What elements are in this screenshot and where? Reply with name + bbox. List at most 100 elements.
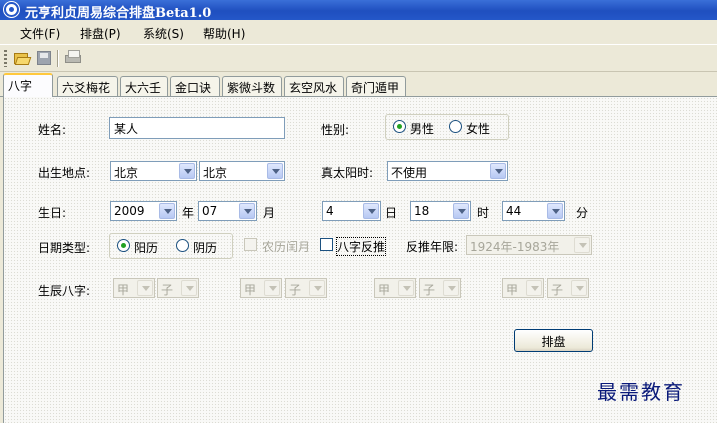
app-logo-icon[interactable] [3,1,20,18]
month-unit: 月 [263,206,276,220]
city-value: 北京 [203,166,228,180]
tab-ziwei-doushu[interactable]: 紫微斗数 [222,76,282,96]
printer-icon[interactable] [63,49,83,67]
chevron-down-icon[interactable] [547,203,563,219]
year-branch-value: 子 [161,283,174,297]
year-select[interactable]: 2009 [110,201,177,221]
day-branch-select[interactable]: 子 [419,278,461,298]
solar-time-value: 不使用 [391,166,428,180]
year-stem-value: 甲 [117,283,130,297]
reverse-range-label: 反推年限: [406,240,459,254]
province-value: 北京 [114,166,139,180]
name-input[interactable]: 某人 [109,117,285,139]
month-select[interactable]: 07 [198,201,257,221]
leap-month-label: 农历闰月 [262,240,311,254]
month-stem-value: 甲 [244,283,257,297]
paipan-button[interactable]: 排盘 [514,329,593,352]
reverse-bazi-label[interactable]: 八字反推 [335,237,387,256]
tab-strip: 八字 六爻梅花 大六壬 金口诀 紫微斗数 玄空风水 奇门遁甲 [0,72,717,97]
save-disk-icon[interactable] [34,49,54,67]
reverse-range-value: 1924年-1983年 [470,240,560,254]
chevron-down-icon[interactable] [453,203,469,219]
tab-liuyao-meihua[interactable]: 六爻梅花 [57,76,118,96]
gender-male-label[interactable]: 男性 [410,120,434,137]
gender-female-label[interactable]: 女性 [466,120,490,137]
month-stem-select[interactable]: 甲 [240,278,282,298]
chevron-down-icon[interactable] [179,163,195,179]
year-stem-select[interactable]: 甲 [113,278,155,298]
chevron-down-icon[interactable] [363,203,379,219]
lunar-calendar-label[interactable]: 阴历 [193,239,217,256]
watermark-text: 最需教育 [597,380,685,404]
hour-branch-value: 子 [551,283,564,297]
chevron-down-icon[interactable] [267,163,283,179]
hour-branch-select[interactable]: 子 [547,278,589,298]
bazi-panel: 姓名: 某人 性别: 男性 女性 出生地点: 北京 北京 真太阳时: 不使用 生… [3,97,717,423]
chevron-down-icon[interactable] [490,163,506,179]
day-branch-value: 子 [423,283,436,297]
menu-help[interactable]: 帮助(H) [203,25,245,42]
reverse-range-select[interactable]: 1924年-1983年 [466,235,592,255]
chevron-down-icon[interactable] [239,203,255,219]
toolbar [0,44,717,72]
minute-value: 44 [506,204,522,218]
title-bar[interactable]: 元亨利贞周易综合排盘Beta1.0 [0,0,717,21]
day-select[interactable]: 4 [322,201,381,221]
hour-stem-select[interactable]: 甲 [502,278,544,298]
year-value: 2009 [114,204,145,218]
reverse-bazi-checkbox[interactable] [320,238,333,251]
month-branch-value: 子 [289,283,302,297]
chevron-down-icon[interactable] [443,280,459,296]
date-type-group: 阳历 阴历 [109,233,233,259]
chevron-down-icon[interactable] [159,203,175,219]
minute-unit: 分 [576,206,589,220]
chevron-down-icon[interactable] [574,237,590,253]
hour-stem-value: 甲 [506,283,519,297]
gender-group: 男性 女性 [385,114,509,140]
menu-system[interactable]: 系统(S) [143,25,184,42]
day-unit: 日 [385,206,398,220]
solar-time-label: 真太阳时: [321,166,374,180]
day-stem-select[interactable]: 甲 [374,278,416,298]
chevron-down-icon[interactable] [571,280,587,296]
menu-bar: 文件(F) 排盘(P) 系统(S) 帮助(H) [0,20,717,44]
lunar-calendar-radio[interactable] [176,239,189,252]
bazi-label: 生辰八字: [38,284,91,298]
hour-select[interactable]: 18 [410,201,471,221]
gender-male-radio[interactable] [393,120,406,133]
year-branch-select[interactable]: 子 [157,278,199,298]
city-select[interactable]: 北京 [199,161,285,181]
chevron-down-icon[interactable] [264,280,280,296]
tab-qimen-dunjia[interactable]: 奇门遁甲 [346,76,406,96]
toolbar-separator [57,50,59,67]
hour-unit: 时 [477,206,490,220]
menu-file[interactable]: 文件(F) [20,25,60,42]
chevron-down-icon[interactable] [398,280,414,296]
day-value: 4 [326,204,334,218]
birthplace-label: 出生地点: [38,166,91,180]
date-type-label: 日期类型: [38,241,91,255]
window-title: 元亨利贞周易综合排盘Beta1.0 [25,6,212,21]
hour-value: 18 [414,204,430,218]
menu-paipan[interactable]: 排盘(P) [80,25,121,42]
month-branch-select[interactable]: 子 [285,278,327,298]
month-value: 07 [202,204,218,218]
gender-female-radio[interactable] [449,120,462,133]
solar-calendar-label[interactable]: 阳历 [134,239,158,256]
chevron-down-icon[interactable] [526,280,542,296]
toolbar-grip[interactable] [4,50,7,67]
chevron-down-icon[interactable] [181,280,197,296]
leap-month-checkbox[interactable] [244,238,257,251]
tab-jinkoujue[interactable]: 金口诀 [170,76,220,96]
tab-bazi[interactable]: 八字 [3,73,53,97]
chevron-down-icon[interactable] [137,280,153,296]
chevron-down-icon[interactable] [309,280,325,296]
tab-daliuren[interactable]: 大六壬 [120,76,168,96]
solar-time-select[interactable]: 不使用 [387,161,508,181]
tab-xuankong-fengshui[interactable]: 玄空风水 [284,76,344,96]
open-folder-icon[interactable] [12,49,32,67]
solar-calendar-radio[interactable] [117,239,130,252]
province-select[interactable]: 北京 [110,161,197,181]
gender-label: 性别: [321,123,350,137]
minute-select[interactable]: 44 [502,201,565,221]
